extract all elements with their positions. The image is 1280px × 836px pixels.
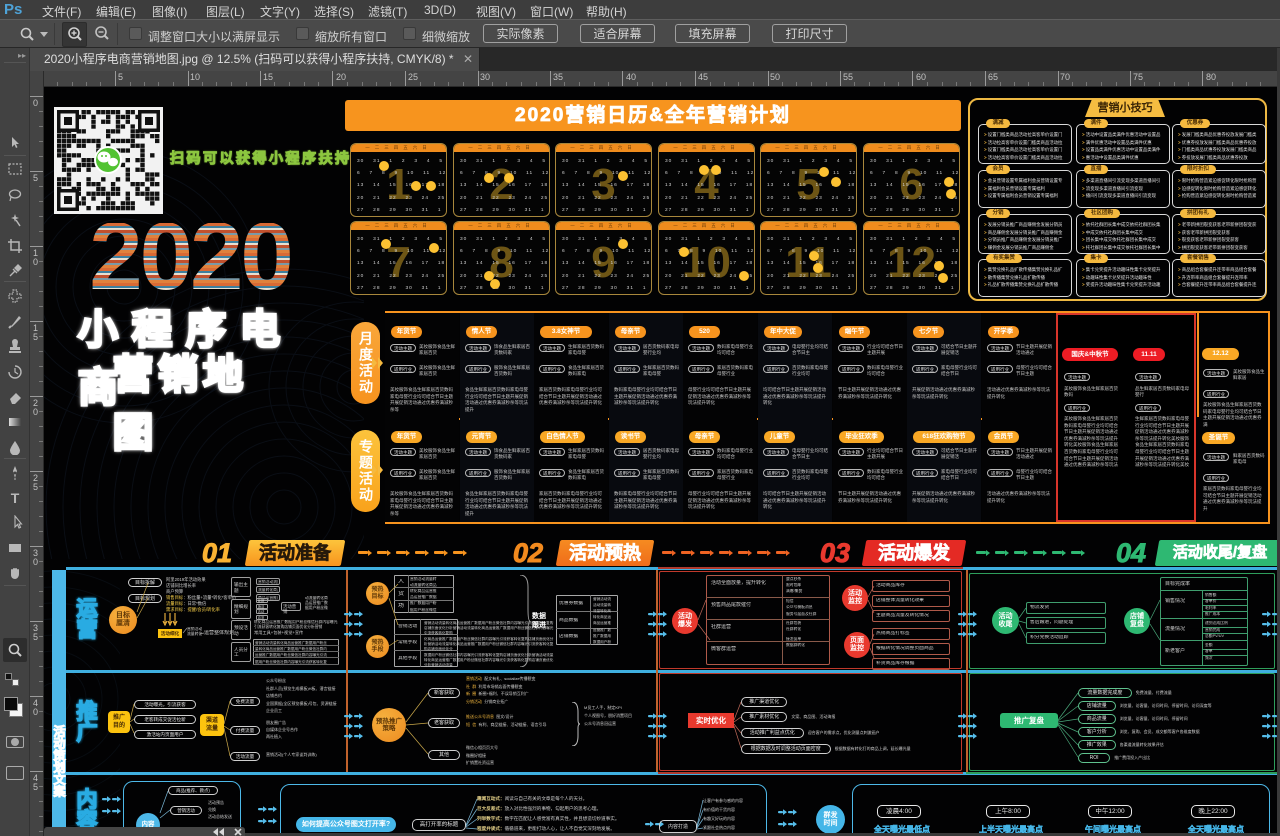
svg-text:T: T [11,490,20,506]
